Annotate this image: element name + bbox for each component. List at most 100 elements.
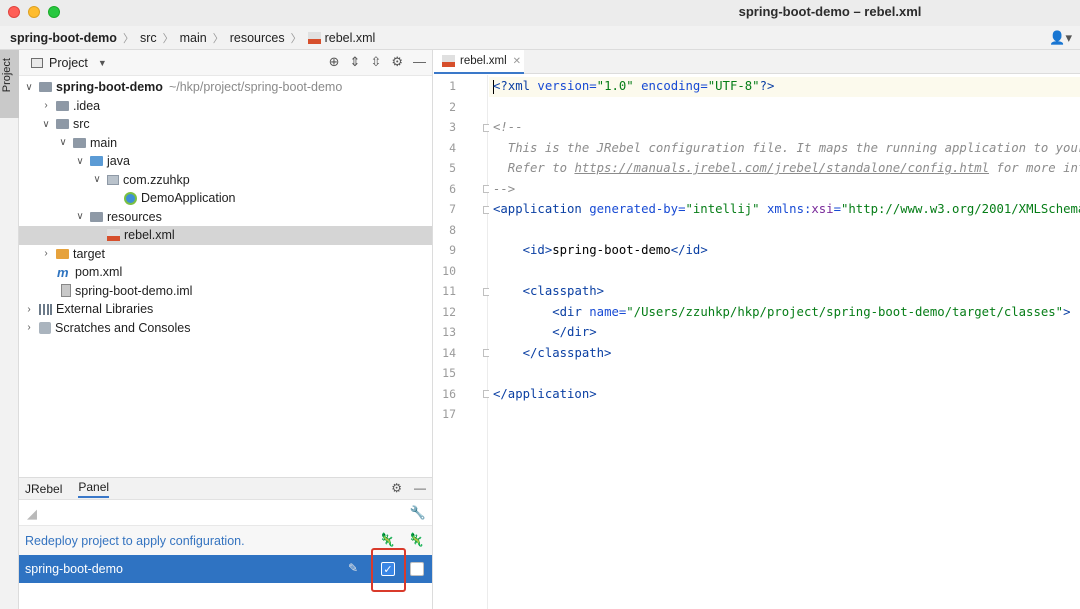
line-number: 9 xyxy=(449,243,456,257)
redeploy-message[interactable]: Redeploy project to apply configuration. xyxy=(25,534,245,548)
breadcrumb-file[interactable]: rebel.xml xyxy=(325,31,376,45)
spring-class-icon xyxy=(124,191,137,205)
locate-file-icon[interactable]: ⊕ xyxy=(329,54,340,70)
folder-icon xyxy=(56,100,69,111)
code-token: <classpath> xyxy=(522,284,605,298)
line-number: 13 xyxy=(442,325,456,339)
chevron-right-icon[interactable]: › xyxy=(23,304,35,315)
chevron-down-icon[interactable]: ▼ xyxy=(98,58,107,68)
code-line-9: <id>spring-boot-demo</id> xyxy=(493,243,708,257)
breadcrumb-resources[interactable]: resources xyxy=(230,31,285,45)
line-number: 6 xyxy=(449,181,456,196)
tree-item-demoapplication[interactable]: DemoApplication xyxy=(19,189,432,208)
libraries-icon xyxy=(39,303,52,315)
gear-icon[interactable]: ⚙ xyxy=(391,54,403,70)
code-token: "intellij" xyxy=(685,202,760,216)
chevron-down-icon[interactable]: ∨ xyxy=(74,211,86,222)
code-token: <id> xyxy=(522,243,553,257)
tree-item-label: .idea xyxy=(73,98,101,113)
tree-item-external-libraries[interactable]: › External Libraries xyxy=(19,300,432,319)
code-line-12: <dir name="/Users/zzuhkp/hkp/project/spr… xyxy=(493,304,1071,319)
line-number: 17 xyxy=(442,407,456,421)
collapse-all-icon[interactable]: ⇳ xyxy=(370,54,381,70)
window-title: spring-boot-demo – rebel.xml xyxy=(738,4,922,19)
hide-panel-icon[interactable]: — xyxy=(413,54,426,70)
tree-item-src[interactable]: ∨ src xyxy=(19,115,432,134)
line-number: 12 xyxy=(442,304,456,319)
chevron-down-icon[interactable]: ∨ xyxy=(40,119,52,130)
project-view-selector[interactable]: Project xyxy=(49,56,88,70)
chevron-right-icon[interactable]: › xyxy=(40,248,52,259)
chevron-right-icon: 〉 xyxy=(212,32,224,45)
project-tool-window-button[interactable]: Project xyxy=(0,50,19,118)
tab-jrebel[interactable]: JRebel xyxy=(25,482,62,496)
jrebel-panel-tabs: JRebel Panel ⚙ — xyxy=(19,478,432,500)
excluded-folder-icon xyxy=(56,248,69,259)
tree-item-label: resources xyxy=(107,209,162,224)
navigation-bar: spring-boot-demo 〉 src 〉 main 〉 resource… xyxy=(0,26,1080,50)
code-token: = xyxy=(833,202,841,216)
pencil-icon[interactable]: ✎ xyxy=(348,561,358,575)
hide-panel-icon[interactable]: — xyxy=(414,481,426,495)
line-number: 1 xyxy=(449,79,456,93)
rebel-xml-icon xyxy=(442,55,455,67)
tree-item-project-root[interactable]: ∨ spring-boot-demo ~/hkp/project/spring-… xyxy=(19,78,432,97)
tree-item-main[interactable]: ∨ main xyxy=(19,134,432,153)
line-number: 2 xyxy=(449,99,456,114)
code-line-7: <application generated-by="intellij" xml… xyxy=(493,202,1080,216)
tree-item-rebel-xml[interactable]: rebel.xml xyxy=(19,226,432,245)
tree-item-label: pom.xml xyxy=(75,265,123,280)
code-editor[interactable]: <?xml version="1.0" encoding="UTF-8"?> <… xyxy=(489,75,1080,609)
gear-icon[interactable]: ⚙ xyxy=(391,481,402,495)
line-number: 15 xyxy=(442,366,456,380)
tree-item-label: External Libraries xyxy=(56,302,154,317)
jrebel-remote-checkbox[interactable] xyxy=(410,562,424,576)
line-number: 10 xyxy=(442,263,456,278)
code-token: > xyxy=(1063,304,1071,319)
tree-item-idea[interactable]: › .idea xyxy=(19,97,432,116)
tree-item-label: Scratches and Consoles xyxy=(55,320,191,335)
scratches-icon xyxy=(39,321,51,334)
tree-item-resources[interactable]: ∨ resources xyxy=(19,208,432,227)
code-token: </dir> xyxy=(552,325,597,339)
breadcrumb-main[interactable]: main xyxy=(180,31,207,45)
code-token: spring-boot-demo xyxy=(552,243,671,257)
expand-all-icon[interactable]: ⇕ xyxy=(350,54,361,70)
code-line-3: <!-- xyxy=(493,120,523,134)
source-folder-icon xyxy=(90,156,103,167)
user-account-icon[interactable]: 👤▾ xyxy=(1049,30,1072,46)
tree-item-label: src xyxy=(73,117,90,132)
tab-panel[interactable]: Panel xyxy=(78,480,110,498)
chevron-right-icon[interactable]: › xyxy=(23,322,35,333)
code-line-14: </classpath> xyxy=(493,346,612,360)
code-line-11: <classpath> xyxy=(493,284,604,298)
tree-item-pom-xml[interactable]: m pom.xml xyxy=(19,263,432,282)
jrebel-agent-column-icon: 🦎 xyxy=(379,532,396,547)
chevron-down-icon[interactable]: ∨ xyxy=(91,174,103,185)
breadcrumb-project[interactable]: spring-boot-demo xyxy=(10,31,117,45)
close-icon[interactable]: ✕ xyxy=(513,56,521,67)
line-number: 4 xyxy=(449,140,456,155)
tree-item-package[interactable]: ∨ com.zzuhkp xyxy=(19,171,432,190)
tree-item-target[interactable]: › target xyxy=(19,245,432,264)
redeploy-icon[interactable]: ◢ xyxy=(27,506,37,522)
jrebel-panel: JRebel Panel ⚙ — ◢ 🔧 Redeploy project to… xyxy=(19,477,433,609)
tree-item-scratches[interactable]: › Scratches and Consoles xyxy=(19,319,432,338)
chevron-right-icon[interactable]: › xyxy=(40,100,52,111)
wrench-icon[interactable]: 🔧 xyxy=(410,505,426,521)
tree-item-java[interactable]: ∨ java xyxy=(19,152,432,171)
chevron-down-icon[interactable]: ∨ xyxy=(23,82,35,93)
resources-folder-icon xyxy=(90,211,103,222)
project-panel-header: Project ▼ ⊕ ⇕ ⇳ ⚙ — xyxy=(19,50,432,76)
code-token: name= xyxy=(581,304,627,319)
line-number: 14 xyxy=(442,345,456,360)
editor-tab-rebel-xml[interactable]: rebel.xml ✕ xyxy=(434,50,524,74)
chevron-down-icon[interactable]: ∨ xyxy=(57,137,69,148)
chevron-down-icon[interactable]: ∨ xyxy=(74,156,86,167)
config-docs-link[interactable]: https://manuals.jrebel.com/jrebel/standa… xyxy=(574,161,989,175)
folder-icon xyxy=(56,119,69,130)
tree-item-iml[interactable]: spring-boot-demo.iml xyxy=(19,282,432,301)
breadcrumb-src[interactable]: src xyxy=(140,31,157,45)
iml-file-icon xyxy=(61,284,71,298)
chevron-right-icon: 〉 xyxy=(122,32,134,45)
